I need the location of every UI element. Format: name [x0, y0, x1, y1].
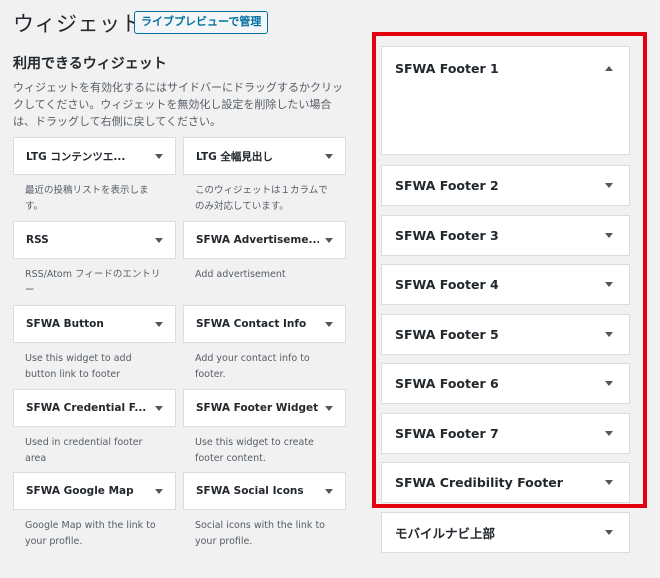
- available-widgets-description: ウィジェットを有効化するにはサイドバーにドラッグするかクリックしてください。ウィ…: [13, 81, 343, 128]
- widget-sfwa-google-map: SFWA Google Map Google Map with the link…: [13, 472, 176, 550]
- widget-description: 最近の投稿リストを表示します。: [25, 185, 149, 212]
- widget-title: SFWA Advertiseme...: [196, 234, 319, 246]
- widget-title-bar[interactable]: SFWA Credential F...: [13, 389, 176, 427]
- live-preview-button[interactable]: ライブプレビューで管理: [134, 11, 269, 34]
- caret-down-icon[interactable]: [155, 153, 163, 159]
- widget-description: Used in credential footer area: [25, 437, 143, 464]
- widget-ltg-content: LTG コンテンツエ... 最近の投稿リストを表示します。: [13, 137, 176, 215]
- widget-description: Add advertisement: [195, 269, 286, 280]
- widget-title-bar[interactable]: SFWA Google Map: [13, 472, 176, 510]
- widget-title: SFWA Contact Info: [196, 318, 307, 330]
- available-widgets-title: 利用できるウィジェット: [13, 56, 167, 72]
- widget-sfwa-social-icons: SFWA Social Icons Social icons with the …: [183, 472, 346, 550]
- caret-down-icon[interactable]: [155, 321, 163, 327]
- page-title: ウィジェット: [13, 12, 142, 36]
- widget-title-bar[interactable]: LTG 全幅見出し: [183, 137, 346, 175]
- widget-description: Use this widget to add button link to fo…: [25, 353, 132, 380]
- widget-title-bar[interactable]: RSS: [13, 221, 176, 259]
- widgets-page: ウィジェット ライブプレビューで管理 利用できるウィジェット ウィジェットを有効…: [0, 0, 660, 578]
- widget-title-bar[interactable]: SFWA Advertiseme...: [183, 221, 346, 259]
- widget-sfwa-button: SFWA Button Use this widget to add butto…: [13, 305, 176, 383]
- widget-title-bar[interactable]: SFWA Contact Info: [183, 305, 346, 343]
- caret-down-icon[interactable]: [605, 530, 613, 535]
- widget-title: RSS: [26, 234, 49, 246]
- widget-sfwa-advertisement: SFWA Advertiseme... Add advertisement: [183, 221, 346, 283]
- widget-title: SFWA Google Map: [26, 485, 134, 497]
- widget-description: Add your contact info to footer.: [195, 353, 310, 380]
- widget-sfwa-credential-footer: SFWA Credential F... Used in credential …: [13, 389, 176, 467]
- widget-sfwa-footer-widget: SFWA Footer Widget Use this widget to cr…: [183, 389, 346, 467]
- widget-sfwa-contact-info: SFWA Contact Info Add your contact info …: [183, 305, 346, 383]
- sidebar-header[interactable]: モバイルナビ上部: [382, 513, 629, 552]
- widget-description: Google Map with the link to your profile…: [25, 520, 156, 547]
- widget-title-bar[interactable]: LTG コンテンツエ...: [13, 137, 176, 175]
- widget-description: RSS/Atom フィードのエントリー: [25, 269, 161, 296]
- widget-title: SFWA Credential F...: [26, 402, 147, 414]
- widget-title: SFWA Button: [26, 318, 104, 330]
- widget-title: LTG コンテンツエ...: [26, 150, 126, 163]
- widget-description: このウィジェットは１カラムでのみ対応しています。: [195, 185, 328, 212]
- widget-title-bar[interactable]: SFWA Social Icons: [183, 472, 346, 510]
- caret-down-icon[interactable]: [155, 237, 163, 243]
- widget-title: SFWA Footer Widget: [196, 402, 319, 414]
- widget-description: Social icons with the link to your profi…: [195, 520, 325, 547]
- caret-down-icon[interactable]: [155, 405, 163, 411]
- widget-title: LTG 全幅見出し: [196, 150, 273, 163]
- sidebar-mobile-nav-top[interactable]: モバイルナビ上部: [381, 512, 630, 553]
- widget-description: Use this widget to create footer content…: [195, 437, 314, 464]
- caret-down-icon[interactable]: [325, 488, 333, 494]
- widget-rss: RSS RSS/Atom フィードのエントリー: [13, 221, 176, 299]
- widget-ltg-heading: LTG 全幅見出し このウィジェットは１カラムでのみ対応しています。: [183, 137, 346, 215]
- sidebar-title: モバイルナビ上部: [395, 526, 496, 541]
- caret-down-icon[interactable]: [325, 321, 333, 327]
- widget-title-bar[interactable]: SFWA Button: [13, 305, 176, 343]
- caret-down-icon[interactable]: [325, 153, 333, 159]
- caret-down-icon[interactable]: [155, 488, 163, 494]
- caret-down-icon[interactable]: [325, 405, 333, 411]
- caret-down-icon[interactable]: [325, 237, 333, 243]
- widget-title-bar[interactable]: SFWA Footer Widget: [183, 389, 346, 427]
- widget-title: SFWA Social Icons: [196, 485, 304, 497]
- highlight-frame: [372, 32, 647, 508]
